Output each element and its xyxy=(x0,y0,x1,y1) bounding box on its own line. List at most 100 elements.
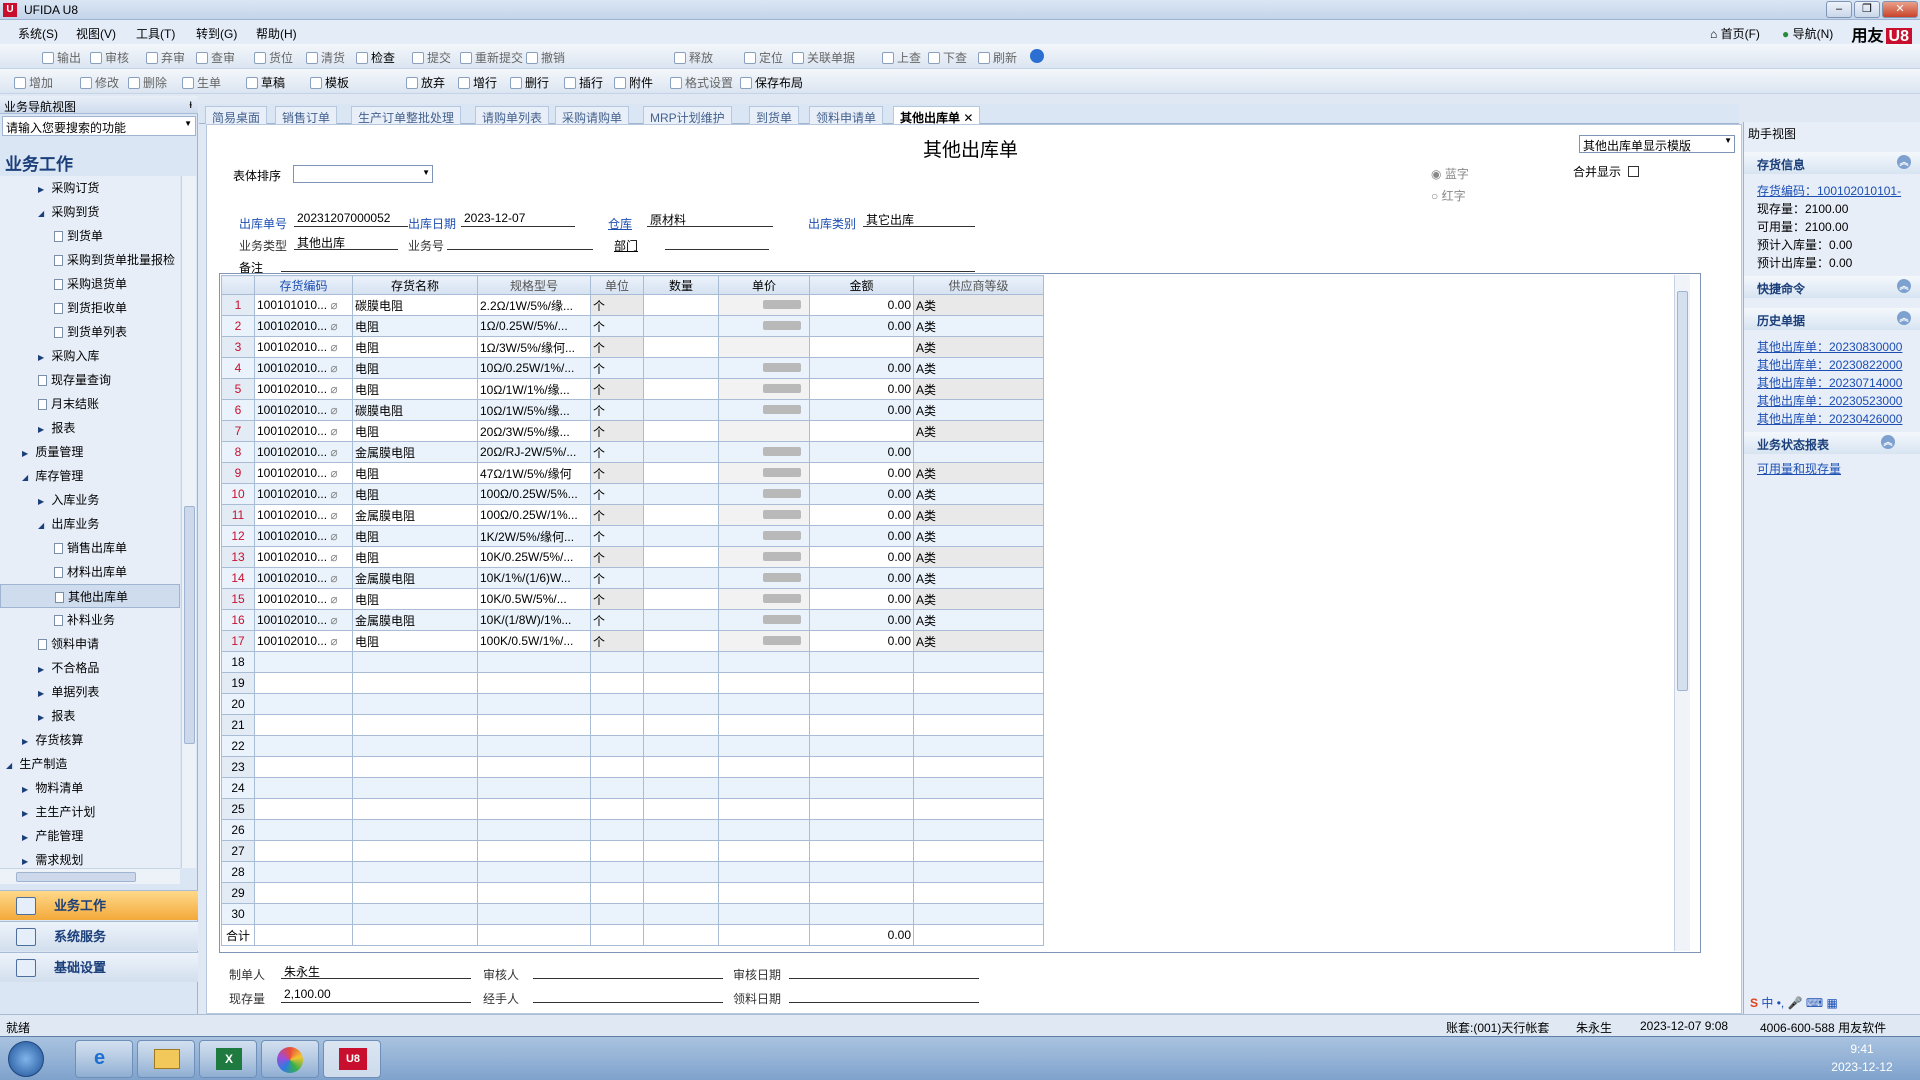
table-row[interactable]: 9 100102010... ⌀ 电阻 47Ω/1W/5%/缘何个 0.00 A类 xyxy=(221,462,1044,484)
red-radio[interactable]: ○ 红字 xyxy=(1431,187,1466,204)
toolbar2-btn-6[interactable]: 放弃 xyxy=(406,74,445,91)
table-row[interactable]: 18 xyxy=(221,651,1044,673)
amount-cell[interactable] xyxy=(809,336,914,358)
out-category-field[interactable]: 其它出库 xyxy=(863,211,975,227)
empty-cell[interactable] xyxy=(590,651,644,673)
tree-item[interactable]: ▶ 报表 xyxy=(0,416,180,440)
price-cell[interactable] xyxy=(718,546,810,568)
empty-cell[interactable] xyxy=(352,903,478,925)
tree-item[interactable]: 销售出库单 xyxy=(0,536,180,560)
empty-cell[interactable] xyxy=(477,651,591,673)
unit-cell[interactable]: 个 xyxy=(590,441,644,463)
out-date-field[interactable]: 2023-12-07 xyxy=(461,211,575,227)
toolbar-btn-3[interactable]: 查审 xyxy=(196,49,235,66)
biz-no-field[interactable] xyxy=(447,234,593,250)
toolbar2-btn-1[interactable]: 修改 xyxy=(80,74,119,91)
toolbar-btn-0[interactable]: 输出 xyxy=(42,49,81,66)
toolbar2-btn-10[interactable]: 附件 xyxy=(614,74,653,91)
amount-cell[interactable]: 0.00 xyxy=(809,462,914,484)
inv-name-cell[interactable]: 电阻 xyxy=(352,630,478,652)
amount-cell[interactable]: 0.00 xyxy=(809,378,914,400)
tab-0[interactable]: 简易桌面 xyxy=(205,106,268,125)
amount-cell[interactable]: 0.00 xyxy=(809,609,914,631)
toolbar-btn-1[interactable]: 审核 xyxy=(90,49,129,66)
history-link[interactable]: 其他出库单：20230822000 xyxy=(1757,356,1902,373)
inv-code-cell[interactable]: 100102010... ⌀ xyxy=(254,441,353,463)
inv-name-cell[interactable]: 电阻 xyxy=(352,336,478,358)
unit-cell[interactable]: 个 xyxy=(590,336,644,358)
excel-taskbar-button[interactable]: X xyxy=(199,1040,257,1078)
menu-goto[interactable]: 转到(G) xyxy=(196,25,237,42)
empty-cell[interactable] xyxy=(913,840,1044,862)
unit-cell[interactable]: 个 xyxy=(590,399,644,421)
qty-cell[interactable] xyxy=(643,609,719,631)
history-header[interactable]: 历史单据 ︽ xyxy=(1744,308,1920,330)
menu-tools[interactable]: 工具(T) xyxy=(136,25,175,42)
attachment-icon[interactable]: ⌀ xyxy=(330,550,337,564)
chevron-right-icon[interactable]: ▶ xyxy=(38,490,48,514)
empty-cell[interactable] xyxy=(254,651,353,673)
start-button[interactable] xyxy=(8,1041,44,1077)
toolbar2-btn-11[interactable]: 格式设置 xyxy=(670,74,733,91)
amount-cell[interactable]: 0.00 xyxy=(809,630,914,652)
chevron-right-icon[interactable]: ▶ xyxy=(38,682,48,706)
price-cell[interactable] xyxy=(718,567,810,589)
toolbar-btn-8[interactable]: 重新提交 xyxy=(460,49,523,66)
table-row[interactable]: 24 xyxy=(221,777,1044,799)
nav-system-service-button[interactable]: 系统服务 xyxy=(0,921,198,951)
chevron-down-icon[interactable]: ◢ xyxy=(22,466,32,490)
toolbar2-btn-7[interactable]: 增行 xyxy=(458,74,497,91)
amount-cell[interactable]: 0.00 xyxy=(809,567,914,589)
tab-2[interactable]: 生产订单整批处理 xyxy=(351,106,462,125)
price-cell[interactable] xyxy=(718,609,810,631)
tree-item[interactable]: 其他出库单 xyxy=(0,584,180,608)
unit-cell[interactable]: 个 xyxy=(590,483,644,505)
toolbar-btn-11[interactable]: 定位 xyxy=(744,49,783,66)
tab-8[interactable]: 其他出库单 ✕ xyxy=(893,106,981,125)
empty-cell[interactable] xyxy=(254,861,353,883)
note-field[interactable] xyxy=(281,256,975,272)
chevron-down-icon[interactable]: ◢ xyxy=(38,202,48,226)
empty-cell[interactable] xyxy=(352,798,478,820)
qty-cell[interactable] xyxy=(643,378,719,400)
history-link[interactable]: 其他出库单：20230714000 xyxy=(1757,374,1902,391)
grid-scrollbar[interactable] xyxy=(1674,275,1690,951)
empty-cell[interactable] xyxy=(913,651,1044,673)
tree-item[interactable]: ▶ 需求规划 xyxy=(0,848,180,868)
empty-cell[interactable] xyxy=(809,882,914,904)
empty-cell[interactable] xyxy=(809,819,914,841)
table-row[interactable]: 22 xyxy=(221,735,1044,757)
warehouse-field[interactable]: 原材料 xyxy=(647,211,773,227)
inv-code-cell[interactable]: 100102010... ⌀ xyxy=(254,483,353,505)
empty-cell[interactable] xyxy=(477,777,591,799)
price-cell[interactable] xyxy=(718,420,810,442)
empty-cell[interactable] xyxy=(643,861,719,883)
inv-code-cell[interactable]: 100102010... ⌀ xyxy=(254,378,353,400)
inv-code-cell[interactable]: 100102010... ⌀ xyxy=(254,546,353,568)
column-header[interactable] xyxy=(221,275,255,295)
inv-code-cell[interactable]: 100102010... ⌀ xyxy=(254,315,353,337)
chevron-down-icon[interactable]: ◢ xyxy=(38,514,48,538)
attachment-icon[interactable]: ⌀ xyxy=(330,613,337,627)
tree-item[interactable]: 现存量查询 xyxy=(0,368,180,392)
explorer-taskbar-button[interactable] xyxy=(137,1040,195,1078)
collapse-icon[interactable]: ︽ xyxy=(1897,311,1911,325)
tab-6[interactable]: 到货单 xyxy=(749,106,800,125)
column-header[interactable]: 供应商等级 xyxy=(913,275,1044,295)
toolbar-btn-5[interactable]: 清货 xyxy=(306,49,345,66)
empty-cell[interactable] xyxy=(590,735,644,757)
inv-name-cell[interactable]: 碳膜电阻 xyxy=(352,399,478,421)
qty-cell[interactable] xyxy=(643,336,719,358)
empty-cell[interactable] xyxy=(477,672,591,694)
empty-cell[interactable] xyxy=(254,840,353,862)
chevron-right-icon[interactable]: ▶ xyxy=(38,706,48,730)
empty-cell[interactable] xyxy=(590,756,644,778)
empty-cell[interactable] xyxy=(254,756,353,778)
empty-cell[interactable] xyxy=(718,777,810,799)
empty-cell[interactable] xyxy=(643,651,719,673)
u8-taskbar-button[interactable]: U8 xyxy=(323,1040,381,1078)
amount-cell[interactable]: 0.00 xyxy=(809,357,914,379)
empty-cell[interactable] xyxy=(718,735,810,757)
scroll-thumb[interactable] xyxy=(184,506,195,744)
empty-cell[interactable] xyxy=(590,819,644,841)
